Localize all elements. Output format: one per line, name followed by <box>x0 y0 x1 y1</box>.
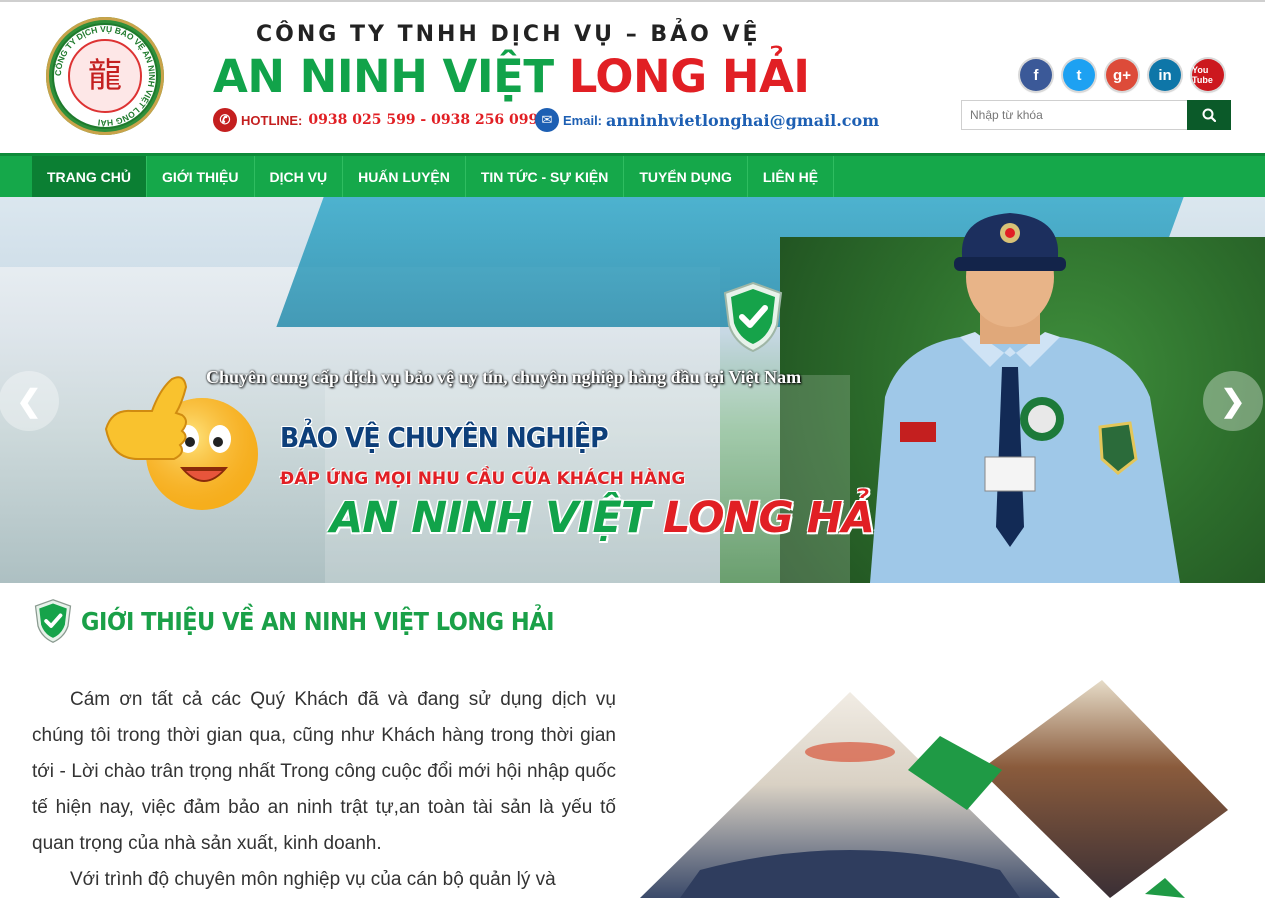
search-button[interactable] <box>1187 100 1231 130</box>
nav-item-trang-chu[interactable]: TRANG CHỦ <box>32 156 147 197</box>
slide-brand-green: AN NINH VIỆT <box>330 493 664 543</box>
slide-headline: BẢO VỆ CHUYÊN NGHIỆP <box>280 421 609 454</box>
brand-name-red: LONG HẢI <box>568 50 810 103</box>
email-contact: ✉ Email: anninhvietlonghai@gmail.com <box>535 108 879 132</box>
main-nav: TRANG CHỦ GIỚI THIỆU DỊCH VỤ HUẤN LUYỆN … <box>0 153 1265 197</box>
google-plus-icon[interactable]: g+ <box>1106 59 1138 91</box>
dragon-emblem: 龍 <box>68 39 142 113</box>
intro-title: GIỚI THIỆU VỀ AN NINH VIỆT LONG HẢI <box>81 606 555 636</box>
envelope-icon: ✉ <box>535 108 559 132</box>
hotline: ✆ HOTLINE: 0938 025 599 - 0938 256 099 <box>213 108 538 132</box>
email-address[interactable]: anninhvietlonghai@gmail.com <box>606 111 879 130</box>
shield-check-icon <box>34 599 72 643</box>
youtube-icon[interactable]: You Tube <box>1192 59 1224 91</box>
slide-brand: AN NINH VIỆT LONG HẢI <box>330 493 890 543</box>
intro-paragraph: Với trình độ chuyên môn nghiệp vụ của cá… <box>70 869 556 890</box>
intro-text: Cám ơn tất cả các Quý Khách đã và đang s… <box>32 682 616 898</box>
social-links: f t g+ in You Tube <box>1020 59 1224 91</box>
slide-tagline: Chuyên cung cấp dịch vụ bảo vệ uy tín, c… <box>206 367 802 387</box>
slider-prev-button[interactable]: ❮ <box>0 371 59 431</box>
nav-item-huan-luyen[interactable]: HUẤN LUYỆN <box>343 156 466 197</box>
phone-icon: ✆ <box>213 108 237 132</box>
facebook-icon[interactable]: f <box>1020 59 1052 91</box>
email-label: Email: <box>563 112 603 128</box>
security-guard-photo <box>870 213 1180 583</box>
slider-next-button[interactable]: ❯ <box>1203 371 1263 431</box>
brand-name-green: AN NINH VIỆT <box>213 50 569 103</box>
nav-item-tin-tuc-su-kien[interactable]: TIN TỨC - SỰ KIỆN <box>466 156 625 197</box>
slide-subheadline: ĐÁP ỨNG MỌI NHU CẦU CỦA KHÁCH HÀNG <box>280 469 686 489</box>
twitter-icon[interactable]: t <box>1063 59 1095 91</box>
nav-item-lien-he[interactable]: LIÊN HỆ <box>748 156 835 197</box>
thumbs-up-smiley-icon <box>104 376 258 510</box>
intro-photo-gallery <box>640 680 1228 898</box>
linkedin-icon[interactable]: in <box>1149 59 1181 91</box>
hotline-numbers[interactable]: 0938 025 599 - 0938 256 099 <box>308 112 538 128</box>
nav-item-dich-vu[interactable]: DỊCH VỤ <box>255 156 344 197</box>
company-type-line: CÔNG TY TNHH DỊCH VỤ – BẢO VỆ <box>256 22 761 47</box>
search-icon <box>1202 108 1216 122</box>
shield-check-icon <box>723 281 783 353</box>
nav-item-gioi-thieu[interactable]: GIỚI THIỆU <box>147 156 255 197</box>
dragon-icon: 龍 <box>88 56 122 96</box>
nav-item-tuyen-dung[interactable]: TUYỂN DỤNG <box>624 156 748 197</box>
hero-slider[interactable]: Chuyên cung cấp dịch vụ bảo vệ uy tín, c… <box>0 197 1265 583</box>
search-input[interactable] <box>961 100 1187 130</box>
company-seal-logo[interactable]: CÔNG TY DỊCH VỤ BẢO VỆ AN NINH VIỆT LONG… <box>46 17 164 135</box>
intro-heading: GIỚI THIỆU VỀ AN NINH VIỆT LONG HẢI <box>33 598 555 644</box>
hotline-label: HOTLINE: <box>241 112 303 128</box>
site-header: CÔNG TY DỊCH VỤ BẢO VỆ AN NINH VIỆT LONG… <box>0 2 1265 152</box>
intro-paragraph: Cám ơn tất cả các Quý Khách đã và đang s… <box>32 689 616 854</box>
brand-name: AN NINH VIỆT LONG HẢI <box>213 50 810 103</box>
nav-list: TRANG CHỦ GIỚI THIỆU DỊCH VỤ HUẤN LUYỆN … <box>0 156 1265 197</box>
search-form <box>961 100 1231 130</box>
gallery-accent-diamond <box>1145 878 1185 898</box>
